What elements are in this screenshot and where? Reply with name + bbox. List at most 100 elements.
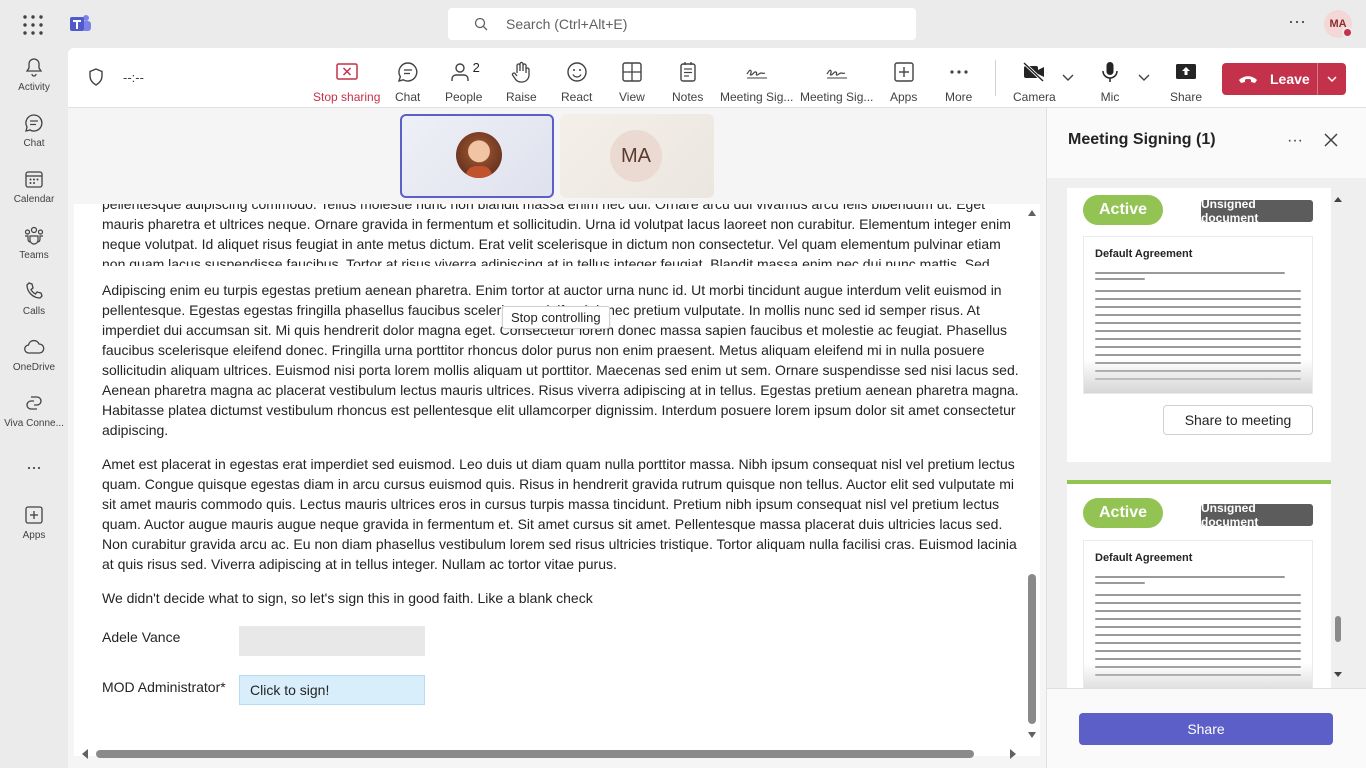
view-button[interactable]: View [619, 60, 645, 104]
stop-controlling-button[interactable]: Stop controlling [502, 306, 610, 329]
rail-item-activity[interactable]: Activity [0, 56, 68, 108]
preview-line [1095, 378, 1301, 380]
mic-options-chevron-icon[interactable] [1137, 70, 1151, 84]
tool-label: More [945, 90, 973, 104]
signer-name: Adele Vance [102, 629, 181, 645]
leave-button[interactable]: Leave [1222, 63, 1346, 95]
rail-label: Calendar [13, 194, 55, 205]
search-input[interactable]: Search (Ctrl+Alt+E) [448, 8, 916, 40]
rail-item-viva[interactable]: Viva Conne... [0, 392, 68, 444]
meeting-signing-tab-2[interactable]: Meeting Sig... [800, 60, 873, 104]
camera-off-icon [1023, 61, 1045, 83]
tool-label: Mic [1100, 90, 1120, 104]
shield-icon[interactable] [88, 68, 104, 86]
tool-label: Notes [672, 90, 704, 104]
react-button[interactable]: React [561, 60, 592, 104]
tool-label: Meeting Sig... [800, 90, 874, 104]
tool-label: Share [1170, 90, 1203, 104]
tool-label: Camera [1013, 90, 1056, 104]
more-button[interactable]: More [945, 60, 972, 104]
add-app-icon [893, 62, 914, 82]
rail-more-apps[interactable]: ... [0, 454, 68, 508]
preview-line [1095, 650, 1301, 652]
shared-document[interactable]: pellentesque adipiscing commodo. Tellus … [74, 204, 1040, 756]
apps-button[interactable]: Apps [890, 60, 917, 104]
rail-item-teams[interactable]: Teams [0, 224, 68, 276]
rail-label: Activity [18, 82, 50, 93]
preview-line [1095, 602, 1301, 604]
panel-title: Meeting Signing (1) [1068, 131, 1216, 148]
notes-button[interactable]: Notes [672, 60, 703, 104]
preview-line [1095, 346, 1301, 348]
rail-label: Chat [23, 138, 45, 149]
meeting-signing-tab-1[interactable]: Meeting Sig... [720, 60, 794, 113]
doc-hscroll-thumb[interactable] [96, 750, 974, 758]
people-icon-group: 2 [448, 60, 480, 84]
meeting-stage: MA pellentesque adipiscing commodo. Tell… [68, 108, 1046, 768]
rail-item-apps[interactable]: Apps [0, 504, 68, 556]
people-button[interactable]: 2 People [445, 60, 482, 104]
stop-sharing-button[interactable]: Stop sharing [313, 60, 380, 104]
tool-label: People [445, 90, 483, 104]
rail-item-calls[interactable]: Calls [0, 280, 68, 332]
camera-button[interactable]: Camera [1013, 60, 1056, 104]
preview-line [1095, 618, 1301, 620]
document-preview[interactable]: Default Agreement [1083, 236, 1313, 394]
signature-field[interactable] [239, 626, 425, 656]
search-icon [474, 17, 488, 31]
preview-line [1095, 674, 1301, 676]
panel-scroll-thumb[interactable] [1335, 616, 1341, 642]
stop-share-icon [335, 63, 358, 80]
participant-video-tile[interactable] [400, 114, 554, 198]
preview-line [1095, 666, 1301, 668]
panel-scrollbar[interactable] [1333, 194, 1343, 680]
share-to-meeting-button[interactable]: Share to meeting [1163, 405, 1313, 435]
document-preview[interactable]: Default Agreement [1083, 540, 1313, 688]
leave-options[interactable] [1318, 73, 1346, 85]
smiley-icon [566, 62, 587, 82]
share-button[interactable]: Share [1079, 713, 1333, 745]
grid-view-icon [622, 62, 642, 82]
participant-avatar-tile[interactable]: MA [560, 114, 714, 198]
app-launcher-icon[interactable] [22, 14, 44, 36]
add-app-icon [25, 506, 43, 524]
click-to-sign-field[interactable]: Click to sign! [239, 675, 425, 705]
doc-scroll-thumb[interactable] [1028, 574, 1036, 724]
mic-icon [1102, 62, 1118, 82]
close-icon[interactable] [1323, 132, 1339, 148]
meeting-signing-panel: Meeting Signing (1) ··· Active Unsigned … [1046, 108, 1366, 768]
rail-label: Viva Conne... [4, 418, 64, 429]
rail-item-calendar[interactable]: Calendar [0, 168, 68, 220]
doc-paragraph: Adipiscing enim eu turpis egestas pretiu… [102, 282, 1019, 438]
leave-label: Leave [1270, 71, 1310, 87]
tool-label: Chat [395, 90, 421, 104]
people-count: 2 [472, 60, 480, 75]
rail-item-onedrive[interactable]: OneDrive [0, 336, 68, 388]
mic-button[interactable]: Mic [1098, 60, 1122, 104]
signature-icon [826, 69, 847, 79]
chevron-down-icon [1327, 76, 1337, 83]
tool-label: View [619, 90, 645, 104]
chat-icon [397, 62, 418, 83]
chat-button[interactable]: Chat [395, 60, 420, 104]
rail-item-chat[interactable]: Chat [0, 112, 68, 164]
unsigned-badge: Unsigned document [1201, 501, 1313, 529]
settings-more-icon[interactable]: ··· [1286, 12, 1308, 34]
status-badge: Active [1083, 498, 1163, 528]
leave-main[interactable]: Leave [1222, 63, 1318, 95]
teams-logo-icon [70, 15, 91, 31]
panel-footer: Share [1047, 688, 1366, 768]
raise-hand-button[interactable]: Raise [506, 60, 537, 104]
share-content-button[interactable]: Share [1170, 60, 1202, 104]
camera-options-chevron-icon[interactable] [1061, 70, 1075, 84]
preview-line [1095, 642, 1301, 644]
tool-label: Raise [506, 90, 537, 104]
panel-more-icon[interactable]: ··· [1287, 132, 1303, 150]
preview-line [1095, 576, 1285, 578]
signature-icon [746, 69, 767, 79]
preview-line [1095, 626, 1301, 628]
preview-line [1095, 278, 1145, 280]
preview-line [1095, 306, 1301, 308]
rail-label: Calls [22, 306, 46, 317]
cloud-icon [24, 339, 45, 354]
